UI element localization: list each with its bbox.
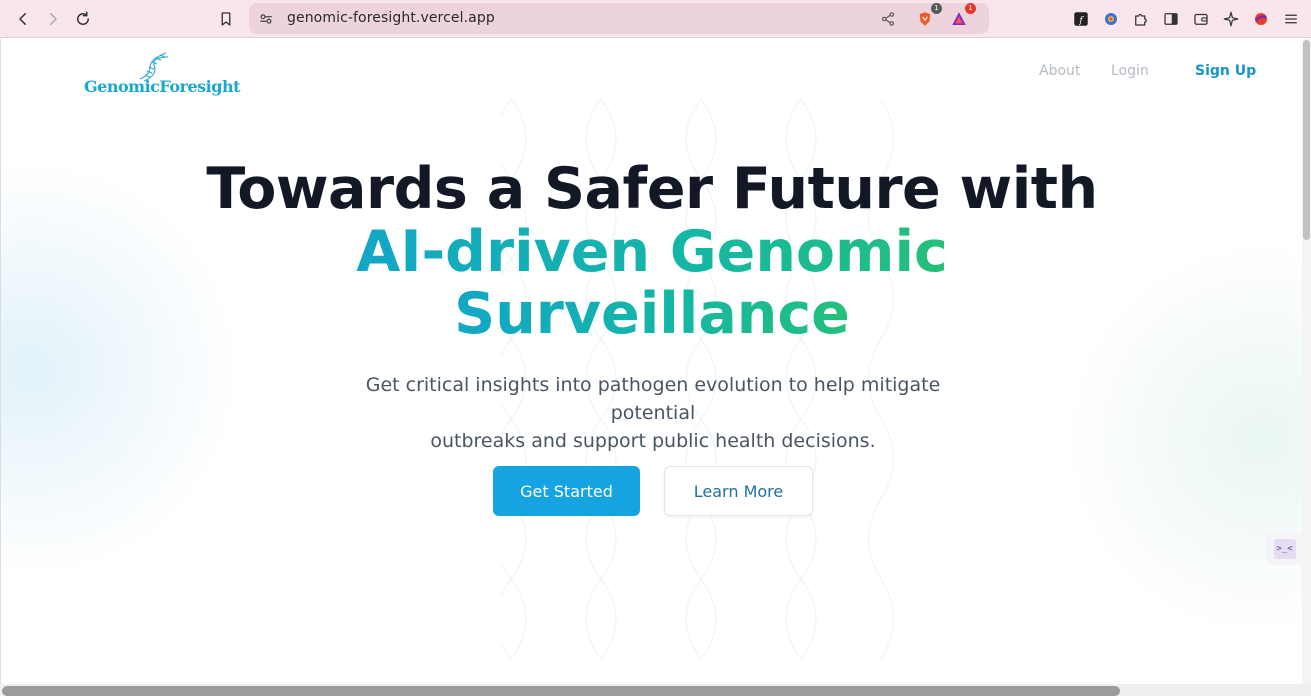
hero-subtitle-line1: Get critical insights into pathogen evol… <box>365 374 941 424</box>
menu-hamburger-icon[interactable] <box>1281 9 1301 29</box>
site-logo[interactable]: GenomicForesight <box>84 49 240 97</box>
logo-text: GenomicForesight <box>84 77 240 96</box>
leo-ai-icon[interactable] <box>1221 9 1241 29</box>
url-text[interactable]: genomic-foresight.vercel.app <box>287 10 495 26</box>
sidebar-toggle-icon[interactable] <box>1161 9 1181 29</box>
rewards-badge: 1 <box>965 3 976 14</box>
learn-more-button[interactable]: Learn More <box>664 466 813 516</box>
bookmark-icon[interactable] <box>214 7 238 31</box>
browser-toolbar: genomic-foresight.vercel.app 1 1 f <box>0 0 1311 38</box>
brave-shields-icon[interactable]: 1 <box>913 3 942 31</box>
site-settings-icon[interactable] <box>254 7 278 31</box>
nav-about-link[interactable]: About <box>1039 63 1080 79</box>
hero-heading-line1: Towards a Safer Future with <box>206 156 1098 222</box>
web-page: GenomicForesight About Login Sign Up Tow… <box>0 39 1302 684</box>
wallet-icon[interactable] <box>1191 9 1211 29</box>
floating-devtools-widget[interactable]: >_< <box>1266 533 1302 565</box>
hero-subtitle: Get critical insights into pathogen evol… <box>321 371 985 455</box>
colorful-extension-icon[interactable] <box>1101 9 1121 29</box>
profile-avatar-icon[interactable] <box>1251 9 1271 29</box>
vertical-scrollbar-thumb[interactable] <box>1303 40 1310 240</box>
reload-icon[interactable] <box>71 7 95 31</box>
hero-highlight-line2: Surveillance <box>454 281 850 347</box>
forward-icon[interactable] <box>41 7 65 31</box>
back-icon[interactable] <box>11 7 35 31</box>
extensions-puzzle-icon[interactable] <box>1131 9 1151 29</box>
brave-rewards-icon[interactable]: 1 <box>947 3 976 31</box>
nav-login-link[interactable]: Login <box>1111 63 1149 79</box>
horizontal-scrollbar-thumb[interactable] <box>2 686 1120 696</box>
widget-face-icon: >_< <box>1273 539 1296 559</box>
hero-subtitle-line2: outbreaks and support public health deci… <box>430 430 876 452</box>
hero-highlight-line1: AI-driven Genomic <box>356 219 948 285</box>
formula-extension-icon[interactable]: f <box>1071 9 1091 29</box>
hero-heading-highlight: AI-driven Genomic Surveillance <box>1 221 1302 345</box>
get-started-button[interactable]: Get Started <box>493 466 640 516</box>
share-icon[interactable] <box>876 7 900 31</box>
address-bar[interactable]: genomic-foresight.vercel.app 1 1 <box>249 3 989 34</box>
nav-signup-link[interactable]: Sign Up <box>1195 63 1256 79</box>
shields-badge: 1 <box>931 3 942 14</box>
